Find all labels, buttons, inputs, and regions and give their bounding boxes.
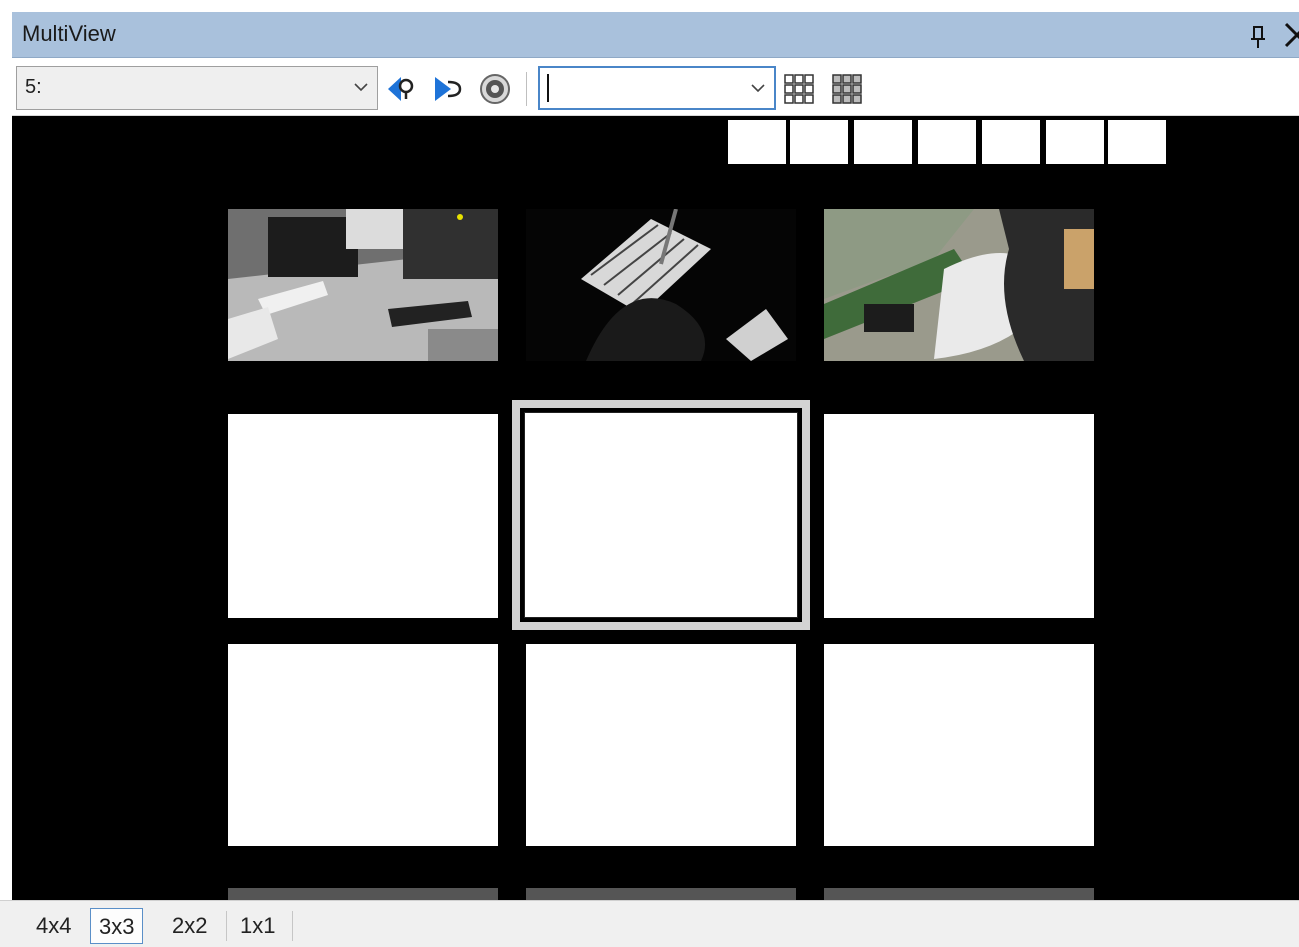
layout-tab-1x1[interactable]: 1x1 xyxy=(232,908,283,944)
empty-tile xyxy=(526,888,796,900)
empty-tile xyxy=(228,888,498,900)
layout-bar: 4x4 3x3 2x2 1x1 xyxy=(0,900,1299,947)
camera-feed-tile[interactable] xyxy=(824,209,1094,361)
grid-layout-icon[interactable] xyxy=(782,72,816,106)
window-titlebar: MultiView xyxy=(12,12,1299,58)
camera-slot[interactable] xyxy=(918,120,976,164)
next-view-icon[interactable] xyxy=(432,72,466,106)
record-icon[interactable] xyxy=(478,72,512,106)
empty-tile[interactable] xyxy=(824,644,1094,846)
toolbar-separator xyxy=(526,72,527,106)
camera-slot[interactable] xyxy=(728,120,786,164)
pin-icon[interactable] xyxy=(1246,24,1270,50)
camera-feed-tile[interactable] xyxy=(526,209,796,361)
camera-feed-image xyxy=(228,209,498,361)
camera-slot[interactable] xyxy=(1108,120,1166,164)
camera-feed-image xyxy=(824,209,1094,361)
toolbar: 5: xyxy=(12,58,1299,116)
prev-view-icon[interactable] xyxy=(384,72,418,106)
close-icon[interactable] xyxy=(1282,20,1299,50)
empty-tile xyxy=(524,412,798,618)
text-cursor xyxy=(547,74,549,102)
layout-tab-4x4[interactable]: 4x4 xyxy=(28,908,79,944)
layout-tab-3x3[interactable]: 3x3 xyxy=(90,908,144,944)
camera-feed-tile[interactable] xyxy=(228,209,498,361)
window-title: MultiView xyxy=(22,21,116,46)
empty-tile[interactable] xyxy=(228,414,498,618)
layout-separator xyxy=(292,911,293,941)
view-select-value: 5: xyxy=(25,76,42,98)
chevron-down-icon xyxy=(751,84,765,93)
empty-tile[interactable] xyxy=(824,414,1094,618)
camera-select[interactable] xyxy=(538,66,776,110)
grid-layout-alt-icon[interactable] xyxy=(830,72,864,106)
camera-slot[interactable] xyxy=(790,120,848,164)
camera-slot[interactable] xyxy=(854,120,912,164)
empty-tile xyxy=(824,888,1094,900)
layout-tab-2x2[interactable]: 2x2 xyxy=(164,908,215,944)
camera-feed-image xyxy=(526,209,796,361)
empty-tile[interactable] xyxy=(228,644,498,846)
layout-separator xyxy=(226,911,227,941)
view-select[interactable]: 5: xyxy=(16,66,378,110)
camera-slot[interactable] xyxy=(1046,120,1104,164)
empty-tile[interactable] xyxy=(526,644,796,846)
chevron-down-icon xyxy=(354,83,368,92)
multiview-viewport[interactable] xyxy=(12,116,1299,900)
camera-slot[interactable] xyxy=(982,120,1040,164)
selected-tile[interactable] xyxy=(512,400,810,630)
